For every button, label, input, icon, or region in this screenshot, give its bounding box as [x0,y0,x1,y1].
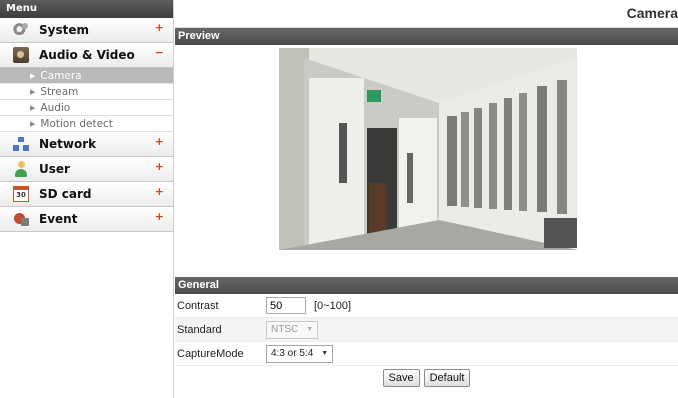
arrow-right-icon: ▶ [30,71,36,80]
collapse-icon[interactable]: − [155,46,164,59]
expand-icon[interactable]: + [155,135,164,148]
menu-category-event[interactable]: Event + [0,207,173,232]
expand-icon[interactable]: + [155,160,164,173]
menu-category-label: Network [39,137,97,151]
section-header-preview: Preview [175,28,678,45]
main-panel: Camera Preview General Contrast 50 [0~10… [175,0,678,398]
menu-item-motion-detect[interactable]: ▶ Motion detect [0,116,173,132]
contrast-row: Contrast [0~100] [175,294,678,318]
menu-item-label: Camera [40,69,82,82]
camera-preview-image [279,48,577,250]
gear-icon [13,22,29,38]
standard-row: Standard NTSC ▼ [175,318,678,342]
menu-item-label: Stream [40,85,79,98]
default-button[interactable]: Default [423,369,471,387]
menu-category-label: Event [39,212,78,226]
sidebar-menu: Menu System + Audio & Video − ▶ Camera ▶… [0,0,174,398]
menu-header: Menu [0,0,173,18]
arrow-right-icon: ▶ [30,119,36,128]
menu-category-system[interactable]: System + [0,18,173,43]
standard-label: Standard [177,323,222,336]
arrow-right-icon: ▶ [30,87,36,96]
capture-mode-row: CaptureMode 4:3 or 5:4 ▼ [175,342,678,366]
action-buttons: Save Default [175,366,678,390]
standard-value: NTSC [271,324,299,335]
capture-mode-value: 4:3 or 5:4 [271,348,314,359]
event-icon [13,211,29,227]
contrast-label: Contrast [177,299,219,312]
save-button[interactable]: Save [382,369,420,387]
arrow-right-icon: ▶ [30,103,36,112]
page-title: Camera [626,5,678,21]
capture-mode-select[interactable]: 4:3 or 5:4 ▼ [266,344,334,363]
camera-icon [13,47,29,63]
standard-select: NTSC ▼ [266,320,319,339]
contrast-input[interactable] [266,297,306,314]
capture-mode-label: CaptureMode [177,347,244,360]
network-icon [13,136,29,152]
sd-card-icon: 30 [13,186,29,202]
preview-area [175,45,678,277]
menu-category-sd-card[interactable]: 30 SD card + [0,182,173,207]
expand-icon[interactable]: + [155,210,164,223]
chevron-down-icon: ▼ [321,350,329,357]
menu-item-label: Motion detect [40,117,113,130]
expand-icon[interactable]: + [155,21,164,34]
menu-category-audio-video[interactable]: Audio & Video − [0,43,173,68]
user-icon [13,161,29,177]
contrast-range-hint: [0~100] [314,299,352,312]
menu-item-camera[interactable]: ▶ Camera [0,68,173,84]
menu-item-stream[interactable]: ▶ Stream [0,84,173,100]
menu-category-label: SD card [39,187,92,201]
menu-category-network[interactable]: Network + [0,132,173,157]
menu-category-user[interactable]: User + [0,157,173,182]
section-header-general: General [175,277,678,294]
page-title-bar: Camera [175,0,678,28]
expand-icon[interactable]: + [155,185,164,198]
menu-category-label: System [39,23,89,37]
chevron-down-icon: ▼ [306,326,314,333]
menu-item-label: Audio [40,101,71,114]
menu-item-audio[interactable]: ▶ Audio [0,100,173,116]
menu-category-label: Audio & Video [39,48,135,62]
menu-category-label: User [39,162,70,176]
